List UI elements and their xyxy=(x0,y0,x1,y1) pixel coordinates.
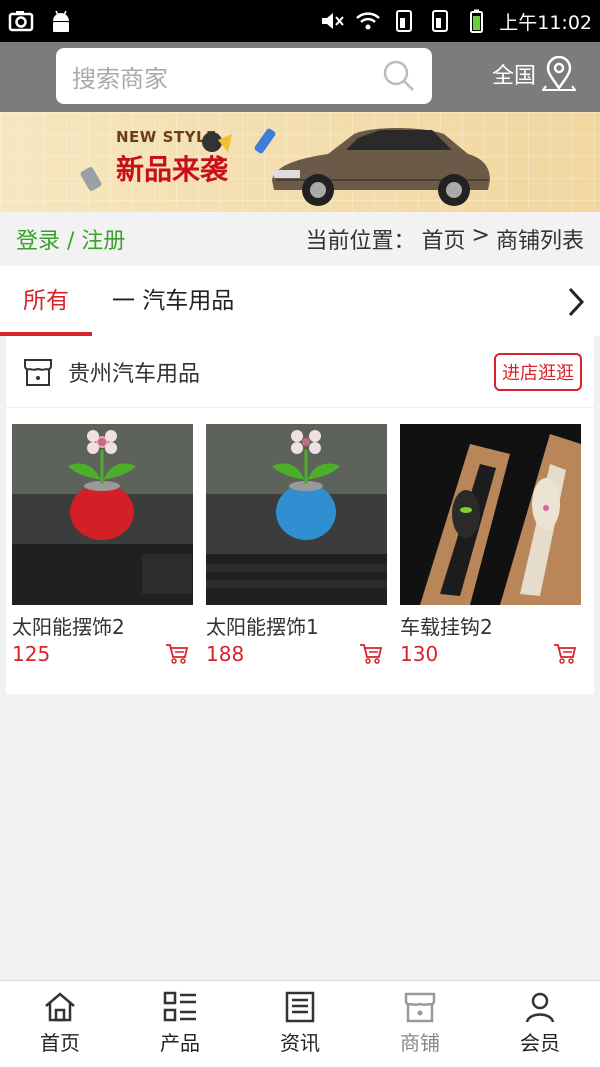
battery-icon xyxy=(470,9,484,33)
product-item[interactable]: 太阳能摆饰1 188 xyxy=(206,424,387,666)
news-icon xyxy=(285,991,315,1023)
region-label: 全国 xyxy=(492,64,537,89)
header: 搜索商家 全国 xyxy=(0,42,600,112)
usb-decoration-icon xyxy=(80,167,102,191)
nav-home[interactable]: 首页 xyxy=(0,981,120,1067)
nav-member[interactable]: 会员 xyxy=(480,981,600,1067)
breadcrumb: 当前位置： 首页 > 商铺列表 xyxy=(306,223,584,255)
breadcrumb-current: 商铺列表 xyxy=(495,229,584,254)
blue-flower-pot-image xyxy=(206,424,387,605)
red-flower-pot-image xyxy=(12,424,193,605)
breadcrumb-row: 登录 / 注册 当前位置： 首页 > 商铺列表 xyxy=(0,212,600,266)
search-placeholder: 搜索商家 xyxy=(72,64,168,93)
cart-icon[interactable] xyxy=(165,643,189,665)
product-price: 130 xyxy=(400,642,439,666)
product-image[interactable] xyxy=(400,424,581,605)
nav-label: 商铺 xyxy=(400,1031,440,1055)
category-tabs: 所有 一 汽车用品 xyxy=(0,266,600,336)
enter-shop-button[interactable]: 进店逛逛 xyxy=(494,352,582,391)
nav-news[interactable]: 资讯 xyxy=(240,981,360,1067)
nav-label: 资讯 xyxy=(280,1031,320,1055)
product-image[interactable] xyxy=(12,424,193,605)
product-item[interactable]: 车载挂钩2 130 xyxy=(400,424,581,666)
promo-banner[interactable]: NEW STYLE 新品来袭 xyxy=(0,112,600,212)
product-name[interactable]: 太阳能摆饰2 xyxy=(12,611,193,640)
product-image[interactable] xyxy=(206,424,387,605)
breadcrumb-home[interactable]: 首页 xyxy=(422,223,466,255)
shop-icon xyxy=(404,992,436,1023)
cart-icon[interactable] xyxy=(553,643,577,665)
chevron-right-icon[interactable] xyxy=(566,286,586,318)
product-item[interactable]: 太阳能摆饰2 125 xyxy=(12,424,193,666)
shop-icon xyxy=(24,358,52,386)
tab-all[interactable]: 所有 xyxy=(0,266,92,336)
login-register-link[interactable]: 登录 / 注册 xyxy=(16,223,125,255)
wifi-icon xyxy=(356,12,381,30)
status-time: 上午11:02 xyxy=(499,11,592,34)
hot-sale-badge-icon xyxy=(202,132,232,152)
mute-icon xyxy=(322,13,344,29)
breadcrumb-separator: > xyxy=(471,223,490,248)
bottom-nav: 首页 产品 资讯 商铺 会员 xyxy=(0,980,600,1067)
product-list: 太阳能摆饰2 125 太阳能摆饰1 188 车载挂钩2 130 xyxy=(6,408,594,666)
sim2-icon xyxy=(432,10,449,32)
nav-products[interactable]: 产品 xyxy=(120,981,240,1067)
nav-label: 会员 xyxy=(520,1031,560,1055)
location-pin-icon xyxy=(542,56,577,91)
cart-icon[interactable] xyxy=(359,643,383,665)
user-icon xyxy=(525,992,555,1023)
car-image xyxy=(272,128,490,206)
shop-name: 贵州汽车用品 xyxy=(68,361,201,387)
search-icon[interactable] xyxy=(382,59,416,93)
home-icon xyxy=(45,992,75,1022)
sim1-icon xyxy=(396,10,413,32)
product-name[interactable]: 车载挂钩2 xyxy=(400,611,581,640)
shop-card: 贵州汽车用品 进店逛逛 太阳能摆饰2 125 太阳能摆饰1 188 车载挂钩2 … xyxy=(6,336,594,694)
tab-auto-supplies[interactable]: 一 汽车用品 xyxy=(92,266,254,336)
product-price: 188 xyxy=(206,642,245,666)
status-bar: 上午11:02 xyxy=(0,0,600,42)
list-icon xyxy=(163,991,196,1022)
nav-label: 首页 xyxy=(40,1031,80,1055)
shop-header: 贵州汽车用品 进店逛逛 xyxy=(6,336,594,408)
product-name[interactable]: 太阳能摆饰1 xyxy=(206,611,387,640)
breadcrumb-prefix: 当前位置： xyxy=(305,229,416,254)
region-selector[interactable]: 全国 xyxy=(492,56,577,92)
camera-icon xyxy=(8,11,34,32)
nav-shops[interactable]: 商铺 xyxy=(360,981,480,1067)
search-input[interactable]: 搜索商家 xyxy=(56,48,432,104)
product-price: 125 xyxy=(12,642,51,666)
nav-label: 产品 xyxy=(160,1031,200,1055)
android-icon xyxy=(53,10,69,32)
car-hook-image xyxy=(400,424,581,605)
